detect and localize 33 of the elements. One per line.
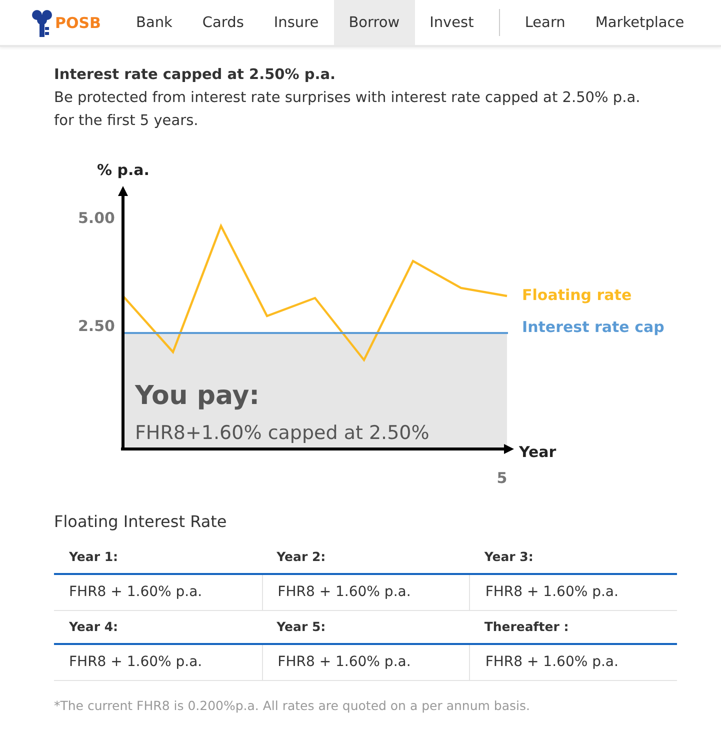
footnote-text: *The current FHR8 is 0.200%p.a. All rates are quoted on a per annum basis.	[54, 698, 531, 713]
table-header-cell-text: Thereafter :	[483, 618, 570, 636]
table-cell: FHR8 + 1.60% p.a.	[469, 645, 677, 680]
table-header-cell-text: Year 2:	[276, 548, 327, 566]
table-cell-text: FHR8 + 1.60% p.a.	[68, 583, 204, 602]
table-cell: FHR8 + 1.60% p.a.	[469, 575, 677, 610]
y-tick-label: 2.50	[78, 317, 115, 335]
nav-tab[interactable]: Borrow	[334, 0, 415, 45]
section-heading: Floating Interest Rate	[54, 512, 228, 531]
you-pay-text: FHR8+1.60% capped at 2.50%	[135, 422, 430, 444]
y-tick-label: 5.00	[78, 209, 115, 227]
y-axis-label: % p.a.	[97, 161, 150, 179]
nav-tab[interactable]: Marketplace	[580, 0, 700, 45]
key-logo-icon	[31, 8, 53, 38]
table-cell: FHR8 + 1.60% p.a.	[262, 575, 470, 610]
table-cell-text: FHR8 + 1.60% p.a.	[68, 653, 204, 672]
you-pay-title: You pay:	[135, 381, 260, 411]
nav-tab[interactable]: Invest	[414, 0, 489, 45]
nav-tab[interactable]: Cards	[187, 0, 259, 45]
x-axis-label: Year	[519, 443, 556, 461]
legend-label: Interest rate cap	[522, 318, 664, 336]
nav-tab[interactable]: Learn	[510, 0, 580, 45]
table-cell: FHR8 + 1.60% p.a.	[262, 645, 470, 680]
intro-heading: Interest rate capped at 2.50% p.a.	[54, 66, 337, 85]
nav-tab[interactable]: Insure	[258, 0, 334, 45]
table-header-cell-text: Year 5:	[276, 618, 327, 636]
table-header-cell-text: Year 4:	[68, 618, 120, 636]
nav-tab[interactable]: Bank	[121, 0, 188, 45]
table-header-cell-text: Year 3:	[483, 548, 534, 566]
table-header-cell-text: Year 1:	[68, 548, 120, 566]
legend-label: Floating rate	[522, 286, 632, 304]
intro-paragraph: Be protected from interest rate surprises with interest rate capped at 2.50% p.a. for the first 5 years.	[54, 89, 642, 131]
x-tick-label: 5	[496, 469, 508, 487]
